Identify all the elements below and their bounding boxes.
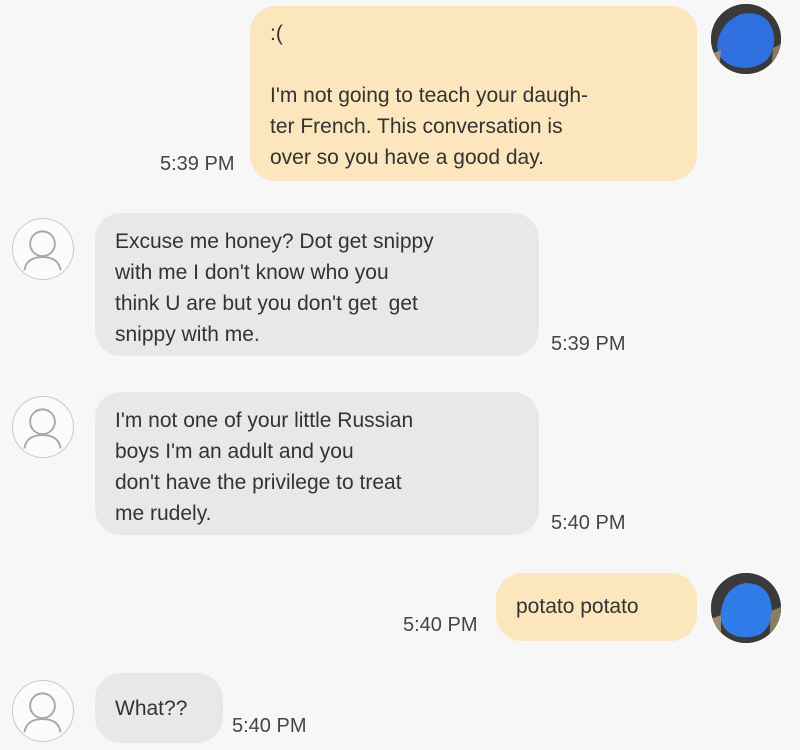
- contact-avatar[interactable]: [12, 218, 74, 280]
- message-thread: :( I'm not going to teach your daugh- te…: [0, 0, 800, 750]
- message-line: don't have the privilege to treat: [115, 471, 402, 494]
- message-line: I'm not going to teach your daugh-: [270, 84, 589, 107]
- person-silhouette-icon: [23, 692, 62, 733]
- message-line: I'm not one of your little Russian: [115, 409, 414, 432]
- message-line: potato potato: [516, 595, 639, 618]
- message-timestamp: 5:40 PM: [403, 614, 478, 636]
- message-line: me rudely.: [115, 502, 212, 525]
- message-line: boys I'm an adult and you: [115, 440, 354, 463]
- contact-avatar[interactable]: [12, 396, 74, 458]
- message-line: [270, 49, 677, 80]
- message-timestamp: 5:40 PM: [232, 715, 307, 737]
- message-line: think U are but you don't get get: [115, 292, 418, 315]
- message-bubble-4[interactable]: potato potato: [496, 573, 697, 641]
- message-line: Excuse me honey? Dot get snippy: [115, 230, 434, 253]
- message-line: snippy with me.: [115, 323, 260, 346]
- message-timestamp: 5:40 PM: [551, 512, 626, 534]
- self-avatar[interactable]: [711, 4, 781, 74]
- message-bubble-3[interactable]: I'm not one of your little Russian boys …: [95, 392, 539, 535]
- message-bubble-5[interactable]: What??: [95, 673, 223, 743]
- message-line: :(: [270, 22, 283, 45]
- message-bubble-2[interactable]: Excuse me honey? Dot get snippy with me …: [95, 213, 539, 356]
- person-silhouette-icon: [23, 408, 62, 449]
- person-silhouette-icon: [23, 230, 62, 271]
- message-line: over so you have a good day.: [270, 146, 544, 169]
- contact-avatar[interactable]: [12, 680, 74, 742]
- message-line: What??: [115, 697, 188, 720]
- self-avatar[interactable]: [711, 573, 781, 643]
- message-timestamp: 5:39 PM: [160, 153, 235, 175]
- message-line: with me I don't know who you: [115, 261, 389, 284]
- user-photo-avatar: [711, 573, 781, 643]
- message-bubble-1[interactable]: :( I'm not going to teach your daugh- te…: [250, 6, 697, 181]
- user-photo-avatar: [711, 4, 781, 74]
- message-timestamp: 5:39 PM: [551, 333, 626, 355]
- message-line: ter French. This conversation is: [270, 115, 563, 138]
